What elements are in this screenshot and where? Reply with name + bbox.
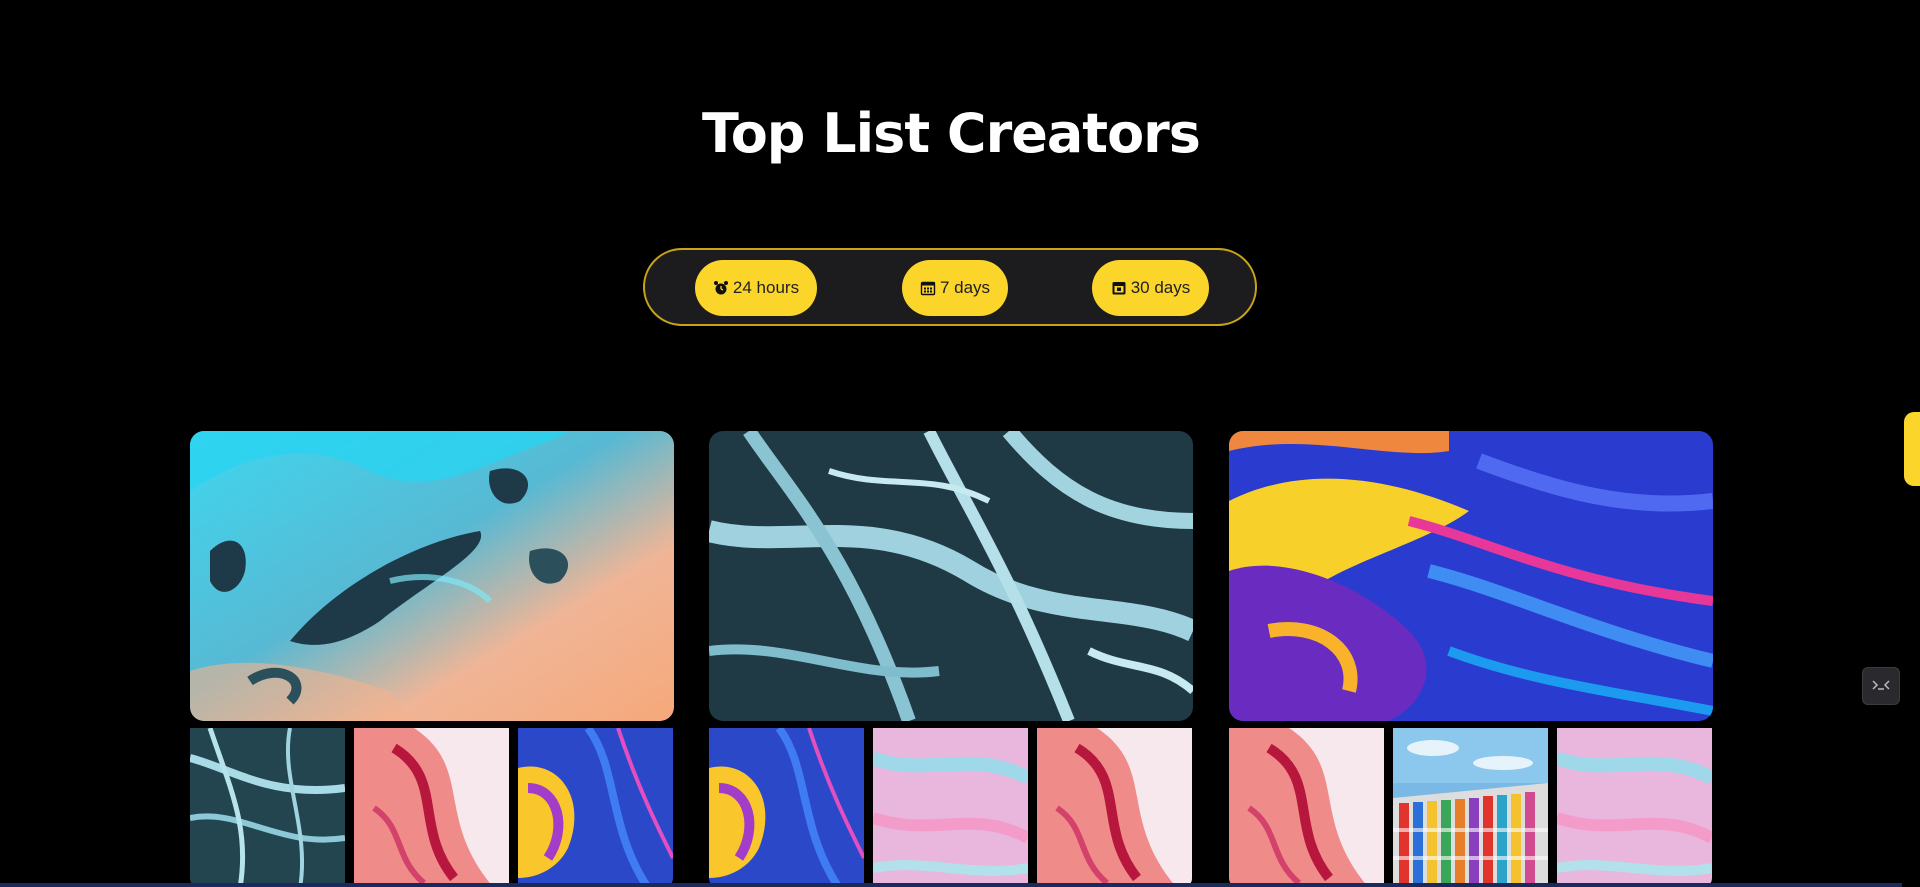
creator-collection-card[interactable] [709, 431, 1193, 887]
collection-thumbnails [709, 728, 1193, 887]
filter-7-days-label: 7 days [939, 278, 991, 297]
filter-30-days-label: 30 days [1130, 278, 1191, 297]
creator-collection-card[interactable] [1229, 431, 1713, 887]
calendar-icon [920, 280, 936, 296]
scrollbar-thumb[interactable] [1904, 412, 1920, 486]
collection-thumbnail[interactable] [1229, 728, 1384, 887]
page: Top List Creators 24 hours 7 days 30 day… [0, 0, 1920, 887]
filter-24-hours-button[interactable]: 24 hours [695, 260, 817, 316]
filter-7-days-button[interactable]: 7 days [902, 260, 1008, 316]
creator-collection-card[interactable] [190, 431, 674, 887]
bottom-divider [0, 883, 1902, 887]
terminal-icon [1871, 677, 1891, 696]
collection-thumbnail[interactable] [873, 728, 1028, 887]
page-title: Top List Creators [702, 102, 1201, 165]
filter-24-hours-label: 24 hours [732, 278, 800, 297]
scrollbar-track[interactable] [1902, 0, 1920, 887]
collection-thumbnail[interactable] [1037, 728, 1192, 887]
collection-thumbnails [190, 728, 674, 887]
filter-30-days-button[interactable]: 30 days [1092, 260, 1209, 316]
collection-thumbnail[interactable] [354, 728, 509, 887]
collection-hero-image[interactable] [709, 431, 1193, 721]
alarm-clock-icon [713, 280, 729, 296]
collection-hero-image[interactable] [190, 431, 674, 721]
collection-thumbnail[interactable] [1557, 728, 1712, 887]
collection-thumbnails [1229, 728, 1713, 887]
collection-hero-image[interactable] [1229, 431, 1713, 721]
collection-thumbnail[interactable] [518, 728, 673, 887]
floating-console-button[interactable] [1862, 667, 1900, 705]
collection-thumbnail[interactable] [190, 728, 345, 887]
calendar-date-icon [1111, 280, 1127, 296]
time-filter-bar: 24 hours 7 days 30 days [643, 248, 1257, 326]
collection-thumbnail[interactable] [709, 728, 864, 887]
collection-thumbnail[interactable] [1393, 728, 1548, 887]
